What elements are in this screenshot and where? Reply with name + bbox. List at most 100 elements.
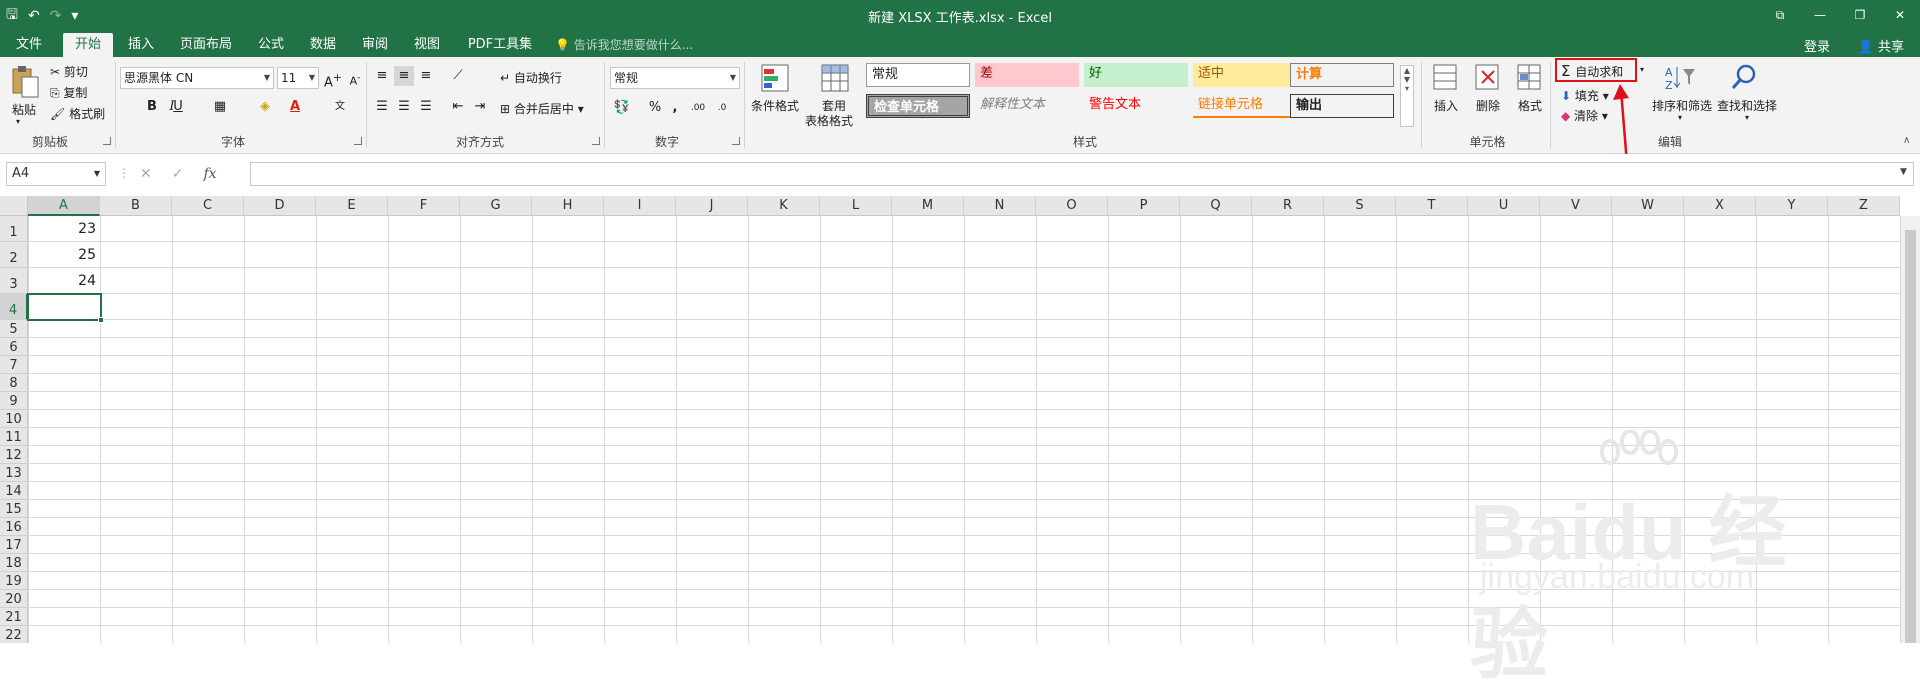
column-header-Q[interactable]: Q [1180,196,1252,216]
currency-icon[interactable]: 💱 [612,98,632,118]
row-header-20[interactable]: 20 [0,590,28,608]
collapse-ribbon-icon[interactable]: ∧ [1903,135,1910,146]
align-left-icon[interactable]: ☰ [372,97,392,117]
tab-page-layout[interactable]: 页面布局 [172,33,240,57]
table-format-icon[interactable] [820,63,850,98]
conditional-format-button[interactable]: 条件格式 [751,97,799,114]
comma-icon[interactable]: , [665,98,685,118]
font-launcher-icon[interactable] [354,137,362,145]
fill-handle[interactable] [98,317,104,323]
enter-icon[interactable]: ✓ [172,166,184,182]
row-header-12[interactable]: 12 [0,446,28,464]
column-header-R[interactable]: R [1252,196,1324,216]
insert-function-icon[interactable]: fx [203,166,216,182]
column-header-K[interactable]: K [748,196,820,216]
selected-cell-A4[interactable] [27,293,104,323]
select-all-corner[interactable] [0,196,28,216]
drag-handle-icon[interactable]: ⋮ [118,166,130,180]
align-bottom-icon[interactable]: ≡ [416,66,436,86]
style-linked-cell[interactable]: 链接单元格 [1193,94,1297,118]
column-header-F[interactable]: F [388,196,460,216]
delete-cells-icon[interactable] [1474,63,1500,96]
cell-A2[interactable]: 25 [28,242,96,268]
ribbon-display-icon[interactable]: ⧉ [1760,0,1800,30]
number-format-select[interactable]: 常规 ▼ [610,67,740,89]
cell-A3[interactable]: 24 [28,268,96,294]
close-button[interactable]: ✕ [1880,0,1920,30]
row-header-16[interactable]: 16 [0,518,28,536]
style-output[interactable]: 输出 [1290,94,1394,118]
row-header-5[interactable]: 5 [0,320,28,338]
row-header-7[interactable]: 7 [0,356,28,374]
find-select-button[interactable]: 查找和选择 [1717,97,1777,114]
tab-file[interactable]: 文件 [8,33,50,57]
increase-decimal-icon[interactable]: .00 [688,98,708,118]
tab-view[interactable]: 视图 [406,33,448,57]
table-format-label-2[interactable]: 表格格式 [805,112,853,129]
insert-cells-icon[interactable] [1432,63,1458,96]
bold-button[interactable]: B [142,97,162,117]
fill-color-icon[interactable]: ◈ [255,97,275,117]
phonetic-icon[interactable]: 文 [330,97,350,117]
column-header-C[interactable]: C [172,196,244,216]
row-header-10[interactable]: 10 [0,410,28,428]
number-launcher-icon[interactable] [732,137,740,145]
increase-font-icon[interactable]: A+ [323,68,343,90]
column-header-Y[interactable]: Y [1756,196,1828,216]
font-size-select[interactable]: 11 ▼ [277,67,319,89]
expand-formula-icon[interactable]: ▼ [1900,167,1907,177]
row-header-17[interactable]: 17 [0,536,28,554]
orientation-icon[interactable]: ⟋ [448,66,468,86]
cell-A1[interactable]: 23 [28,216,96,242]
tab-insert[interactable]: 插入 [120,33,162,57]
row-header-1[interactable]: 1 [0,216,28,242]
row-header-2[interactable]: 2 [0,242,28,268]
merge-center-button[interactable]: ⊞ 合并后居中 ▾ [500,100,584,117]
clear-button[interactable]: ◆ 清除 ▾ [1561,107,1608,124]
conditional-format-icon[interactable] [760,63,790,98]
column-header-G[interactable]: G [460,196,532,216]
decrease-indent-icon[interactable]: ⇤ [448,97,468,117]
font-name-select[interactable]: 思源黑体 CN ▼ [120,67,274,89]
vertical-scrollbar[interactable] [1900,216,1920,643]
column-header-E[interactable]: E [316,196,388,216]
copy-button[interactable]: ⎘ 复制 [50,84,87,101]
column-header-O[interactable]: O [1036,196,1108,216]
style-neutral[interactable]: 适中 [1193,63,1297,87]
chevron-down-icon[interactable]: ▾ [1745,113,1749,122]
style-explanatory[interactable]: 解释性文本 [975,94,1079,118]
decrease-font-icon[interactable]: A- [345,68,365,88]
format-painter-button[interactable]: 🖌 格式刷 [50,105,105,122]
chevron-down-icon[interactable]: ▾ [1678,113,1682,122]
cancel-icon[interactable]: ✕ [140,166,152,182]
column-header-N[interactable]: N [964,196,1036,216]
column-header-A[interactable]: A [28,196,100,216]
column-header-V[interactable]: V [1540,196,1612,216]
row-header-14[interactable]: 14 [0,482,28,500]
column-header-B[interactable]: B [100,196,172,216]
alignment-launcher-icon[interactable] [592,137,600,145]
row-header-11[interactable]: 11 [0,428,28,446]
style-warning[interactable]: 警告文本 [1084,94,1188,118]
tab-home[interactable]: 开始 [63,33,113,57]
row-header-22[interactable]: 22 [0,626,28,643]
style-calculation[interactable]: 计算 [1290,63,1394,87]
align-top-icon[interactable]: ≡ [372,66,392,86]
paste-dropdown-icon[interactable]: ▾ [16,117,20,126]
align-right-icon[interactable]: ☰ [416,97,436,117]
insert-cells-button[interactable]: 插入 [1434,97,1458,114]
row-header-13[interactable]: 13 [0,464,28,482]
column-header-J[interactable]: J [676,196,748,216]
clipboard-launcher-icon[interactable] [103,137,111,145]
align-middle-icon[interactable]: ≡ [394,66,414,86]
format-cells-button[interactable]: 格式 [1518,97,1542,114]
scroll-thumb[interactable] [1905,230,1916,643]
gallery-scroll[interactable]: ▲ ▼ ▾ [1400,65,1414,127]
row-header-3[interactable]: 3 [0,268,28,294]
login-link[interactable]: 登录 [1804,36,1830,55]
style-normal[interactable]: 常规 [866,63,970,87]
column-header-U[interactable]: U [1468,196,1540,216]
column-header-I[interactable]: I [604,196,676,216]
format-cells-icon[interactable] [1516,63,1542,96]
tab-review[interactable]: 审阅 [354,33,396,57]
